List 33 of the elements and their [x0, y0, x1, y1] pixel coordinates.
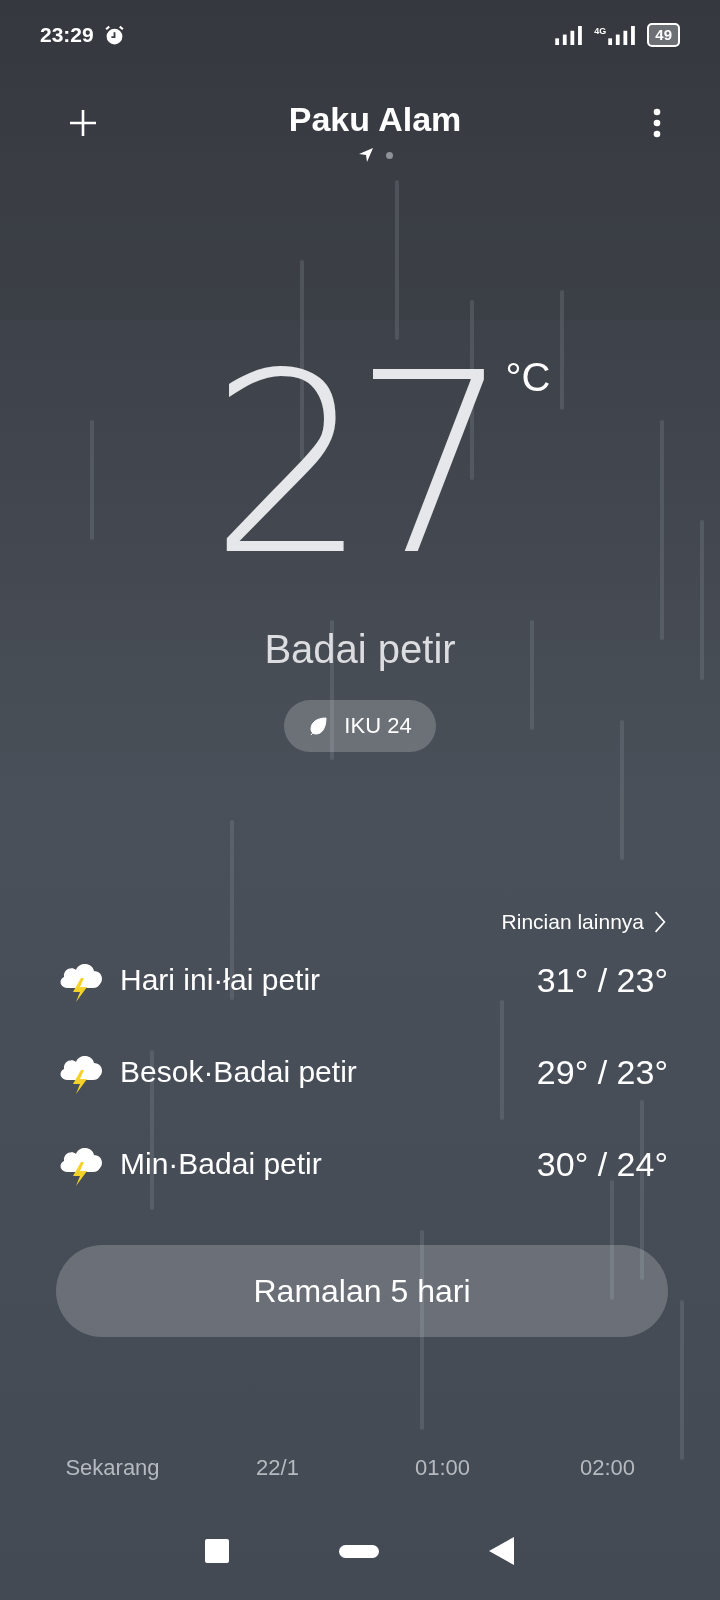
back-button[interactable] [489, 1536, 515, 1566]
forecast-day-label: Hari ini·łai petir [120, 963, 322, 997]
temperature-unit: °C [505, 355, 551, 400]
hourly-time-label: 02:00 [578, 1455, 637, 1481]
location-title: Paku Alam [288, 100, 462, 139]
forecast-temperature-range: 30° / 24° [536, 1144, 668, 1184]
hourly-time-label: Sekarang [64, 1455, 161, 1481]
aqi-label: IKU 24 [344, 713, 412, 739]
forecast-temperature-range: 31° / 23° [536, 960, 668, 1000]
chevron-right-icon [654, 911, 666, 933]
more-details-link[interactable]: Rincian lainnya [501, 910, 644, 934]
recent-apps-button[interactable] [205, 1536, 229, 1566]
network-label: 4G [594, 25, 607, 36]
plus-icon [68, 108, 98, 138]
back-icon [489, 1536, 515, 1566]
square-icon [205, 1539, 229, 1563]
alarm-icon [103, 24, 125, 46]
signal-icon [608, 25, 638, 45]
current-temperature: 27 [209, 365, 496, 565]
forecast-day-label: Min·Badai petir [120, 1147, 323, 1181]
more-icon [652, 108, 662, 138]
status-time: 23:29 [40, 23, 94, 47]
leaf-icon [308, 716, 329, 736]
forecast-day-label: Besok·Badai petir [120, 1055, 358, 1089]
signal-icon [555, 25, 585, 45]
battery-indicator: 49 [647, 23, 680, 47]
five-day-forecast-button[interactable]: Ramalan 5 hari [56, 1245, 668, 1337]
hourly-time-label: 22/1 [255, 1455, 300, 1481]
air-quality-badge[interactable]: IKU 24 [284, 700, 436, 752]
weather-condition: Badai petir [264, 627, 456, 672]
forecast-temperature-range: 29° / 23° [536, 1052, 668, 1092]
hourly-time-label: 01:00 [413, 1455, 472, 1481]
page-dot[interactable] [385, 151, 393, 159]
